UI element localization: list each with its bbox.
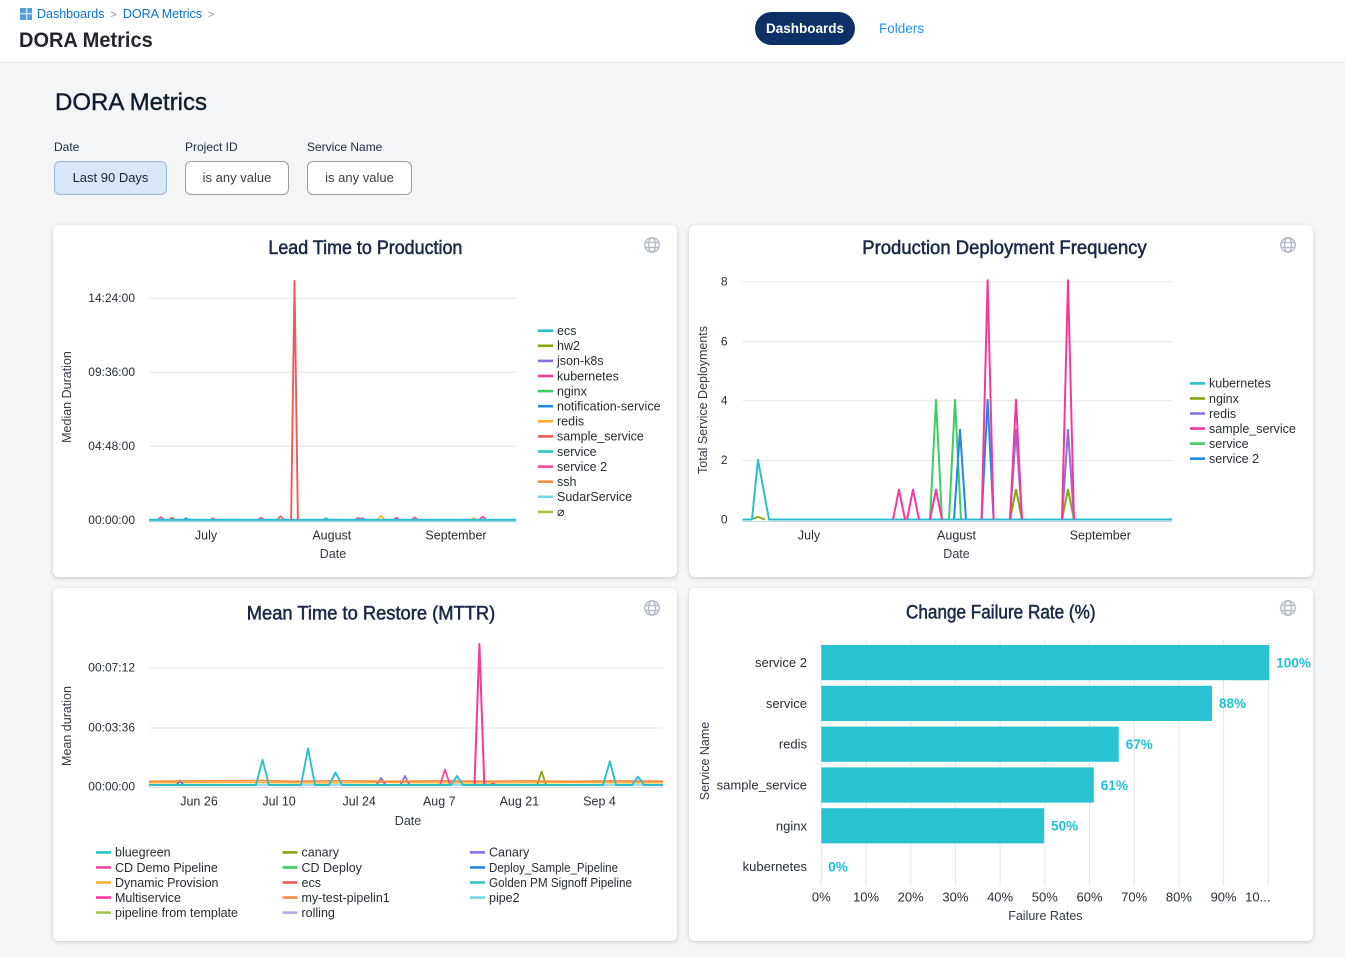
svg-text:pipeline from template: pipeline from template — [115, 906, 238, 920]
svg-text:Production Deployment Frequenc: Production Deployment Frequency — [862, 237, 1147, 259]
svg-text:8: 8 — [721, 275, 728, 289]
svg-text:July: July — [798, 529, 821, 543]
svg-text:Dynamic Provision: Dynamic Provision — [115, 876, 219, 890]
svg-text:67%: 67% — [1126, 737, 1153, 752]
svg-text:pipe2: pipe2 — [489, 891, 520, 905]
svg-text:10%: 10% — [853, 890, 879, 905]
svg-text:CD Demo Pipeline: CD Demo Pipeline — [115, 861, 218, 875]
svg-text:10...: 10... — [1245, 890, 1270, 905]
svg-text:sample_service: sample_service — [1209, 422, 1296, 436]
svg-text:service: service — [1209, 437, 1249, 451]
svg-text:04:48:00: 04:48:00 — [88, 439, 135, 453]
svg-text:redis: redis — [557, 415, 584, 429]
svg-text:30%: 30% — [942, 890, 968, 905]
svg-text:Date: Date — [943, 547, 969, 561]
svg-text:70%: 70% — [1121, 890, 1147, 905]
svg-text:Failure Rates: Failure Rates — [1008, 909, 1082, 923]
svg-text:00:03:36: 00:03:36 — [88, 721, 135, 735]
svg-text:August: August — [937, 529, 976, 543]
svg-text:0%: 0% — [828, 859, 848, 874]
svg-text:kubernetes: kubernetes — [743, 859, 808, 874]
svg-text:20%: 20% — [898, 890, 924, 905]
svg-text:00:07:12: 00:07:12 — [88, 661, 135, 675]
svg-text:Date: Date — [320, 547, 346, 561]
svg-text:61%: 61% — [1101, 778, 1128, 793]
svg-text:Multiservice: Multiservice — [115, 891, 181, 905]
svg-text:service 2: service 2 — [755, 655, 807, 670]
svg-text:50%: 50% — [1051, 819, 1078, 834]
svg-text:0%: 0% — [812, 890, 831, 905]
svg-text:service: service — [766, 696, 807, 711]
svg-text:Change Failure Rate (%): Change Failure Rate (%) — [906, 602, 1096, 624]
svg-text:SudarService: SudarService — [557, 490, 632, 504]
svg-text:nginx: nginx — [1209, 392, 1240, 406]
svg-text:August: August — [312, 529, 351, 543]
svg-text:redis: redis — [779, 737, 808, 752]
svg-text:4: 4 — [721, 393, 728, 407]
svg-text:100%: 100% — [1276, 655, 1311, 670]
svg-text:ecs: ecs — [302, 876, 321, 890]
svg-text:Sep 4: Sep 4 — [583, 795, 616, 809]
svg-text:rolling: rolling — [302, 906, 335, 920]
svg-text:ssh: ssh — [557, 475, 577, 489]
svg-text:40%: 40% — [987, 890, 1013, 905]
svg-text:0: 0 — [721, 513, 728, 527]
svg-text:⌀: ⌀ — [557, 505, 565, 519]
svg-text:Aug 7: Aug 7 — [423, 795, 456, 809]
svg-text:kubernetes: kubernetes — [557, 369, 619, 383]
svg-text:Golden PM Signoff Pipeline: Golden PM Signoff Pipeline — [489, 876, 632, 890]
svg-text:Canary: Canary — [489, 846, 530, 860]
svg-text:July: July — [195, 529, 218, 543]
svg-text:sample_service: sample_service — [557, 430, 644, 444]
svg-text:nginx: nginx — [557, 384, 588, 398]
svg-text:Median Duration: Median Duration — [60, 351, 74, 443]
svg-text:my-test-pipelin1: my-test-pipelin1 — [302, 891, 390, 905]
svg-text:September: September — [1070, 529, 1131, 543]
svg-text:00:00:00: 00:00:00 — [88, 513, 135, 527]
svg-text:50%: 50% — [1032, 890, 1058, 905]
svg-text:2: 2 — [721, 453, 728, 467]
svg-text:Total Service Deployments: Total Service Deployments — [696, 326, 710, 474]
svg-text:80%: 80% — [1166, 890, 1192, 905]
svg-text:CD Deploy: CD Deploy — [302, 861, 363, 875]
svg-text:Mean duration: Mean duration — [60, 686, 74, 766]
svg-text:6: 6 — [721, 334, 728, 348]
svg-text:Jun 26: Jun 26 — [180, 795, 218, 809]
svg-text:Date: Date — [395, 814, 421, 828]
svg-text:service 2: service 2 — [557, 460, 607, 474]
svg-text:60%: 60% — [1076, 890, 1102, 905]
svg-text:Mean Time to Restore (MTTR): Mean Time to Restore (MTTR) — [247, 603, 495, 625]
svg-text:00:00:00: 00:00:00 — [88, 780, 135, 794]
svg-text:ecs: ecs — [557, 324, 576, 338]
svg-text:bluegreen: bluegreen — [115, 846, 171, 860]
svg-text:Jul 24: Jul 24 — [343, 795, 376, 809]
svg-text:88%: 88% — [1219, 696, 1246, 711]
svg-text:service: service — [557, 445, 597, 459]
svg-text:redis: redis — [1209, 407, 1236, 421]
svg-text:kubernetes: kubernetes — [1209, 377, 1271, 391]
svg-text:service 2: service 2 — [1209, 452, 1259, 466]
svg-text:September: September — [425, 529, 486, 543]
svg-text:Jul 10: Jul 10 — [262, 795, 295, 809]
svg-text:sample_service: sample_service — [717, 778, 807, 793]
svg-text:json-k8s: json-k8s — [556, 354, 604, 368]
svg-text:Lead Time to Production: Lead Time to Production — [268, 237, 462, 259]
svg-text:Service Name: Service Name — [698, 722, 712, 801]
svg-text:notification-service: notification-service — [557, 400, 661, 414]
svg-text:90%: 90% — [1211, 890, 1237, 905]
svg-text:Aug 21: Aug 21 — [500, 795, 540, 809]
svg-text:canary: canary — [302, 846, 340, 860]
svg-text:14:24:00: 14:24:00 — [88, 291, 135, 305]
svg-text:Deploy_Sample_Pipeline: Deploy_Sample_Pipeline — [489, 861, 618, 875]
svg-text:hw2: hw2 — [557, 339, 580, 353]
svg-text:nginx: nginx — [776, 818, 808, 833]
svg-text:09:36:00: 09:36:00 — [88, 365, 135, 379]
